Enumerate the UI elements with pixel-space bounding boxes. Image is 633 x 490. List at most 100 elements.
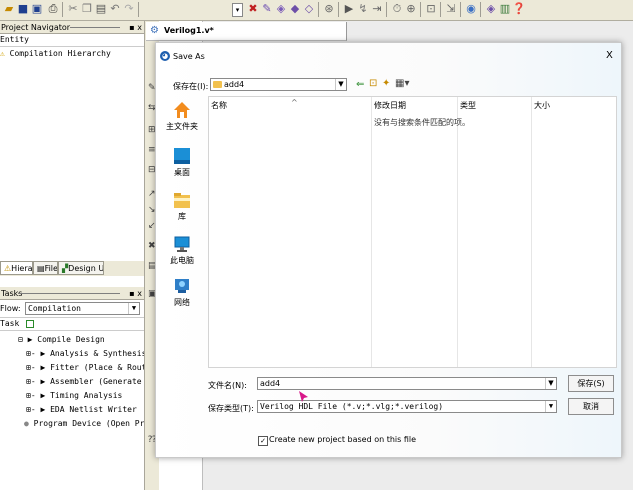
copy-icon[interactable]: ❐ [80,2,94,16]
tasks-panel: Tasks ▪ x Flow: Compilation ▼ Task ⊟ ▶ C… [0,287,156,490]
task-row-fitter[interactable]: ⊞- ▶ Fitter (Place & Route) [26,361,156,374]
start-icon[interactable]: ▶ [342,2,356,16]
assign-icon[interactable]: ⇲ [444,2,458,16]
paste-icon[interactable]: ▤ [94,2,108,16]
fitter-icon[interactable]: ◇ [302,2,316,16]
task-expander-icon[interactable]: ⊞- ▶ [26,405,45,414]
create-project-checkbox-label: Create new project based on this file [269,435,417,444]
tab-files[interactable]: ▤Files [33,261,58,275]
stop-icon[interactable]: ✖ [246,2,260,16]
pin-icon[interactable]: ⊕ [404,2,418,16]
cancel-button[interactable]: 取消 [568,398,614,415]
timing-icon[interactable]: ⏱ [390,2,404,16]
folder-icon [213,81,222,88]
column-header-name[interactable]: 名称 [211,100,227,111]
save-all-icon[interactable]: ▣ [30,2,44,16]
network-icon [175,279,189,293]
new-folder-icon[interactable]: ✦ [382,78,390,89]
redo-icon[interactable]: ↷ [122,2,136,16]
tree-item-label: Compilation Hierarchy [9,49,111,58]
task-row-timing-analysis[interactable]: ⊞- ▶ Timing Analysis [26,389,122,402]
column-header-modified[interactable]: 修改日期 [374,100,406,111]
dialog-close-button[interactable]: X [606,50,613,61]
project-navigator-title: Project Navigator ▪ x [0,21,144,34]
task-expander-icon[interactable]: ⊞- ▶ [26,377,45,386]
filename-input[interactable]: add4 ▼ [257,377,557,390]
task-label: Timing Analysis [50,391,123,400]
rtl-icon[interactable]: ◈ [484,2,498,16]
netlist-icon[interactable]: ⊛ [322,2,336,16]
undo-icon[interactable]: ↶ [108,2,122,16]
place-this-pc[interactable]: 此电脑 [160,235,204,266]
task-row-eda-netlist-writer[interactable]: ⊞- ▶ EDA Netlist Writer [26,403,137,416]
task-label: Compile Design [37,335,105,344]
save-button[interactable]: 保存(S) [568,375,614,392]
place-library[interactable]: 库 [160,191,204,222]
verilog-file-icon: ⚙ [150,25,159,36]
analysis-icon[interactable]: ◈ [274,2,288,16]
file-list[interactable]: 名称 ^ 修改日期 类型 大小 没有与搜索条件匹配的项。 [208,96,617,368]
cut-icon[interactable]: ✂ [66,2,80,16]
project-navigator-title-text: Project Navigator [1,23,71,32]
place-label: 主文件夹 [166,122,198,131]
view-menu-icon[interactable]: ▦▾ [395,78,409,89]
task-label: Fitter (Place & Route) [50,363,157,372]
task-expander-icon[interactable]: ⊟ ▶ [18,335,32,344]
dialog-title-bar[interactable]: ◕ Save As X [156,43,621,73]
flow-select[interactable]: Compilation ▼ [25,302,140,315]
task-row-assembler[interactable]: ⊞- ▶ Assembler (Generate programm [26,375,144,388]
chip-planner-icon[interactable]: ⊡ [424,2,438,16]
task-column-header[interactable]: Task [0,317,144,331]
task-expander-icon[interactable]: ⊞- ▶ [26,391,45,400]
column-header-type[interactable]: 类型 [460,100,476,111]
chart-icon[interactable]: ▥ [498,2,512,16]
task-row-compile-design[interactable]: ⊟ ▶ Compile Design [18,333,105,346]
place-desktop[interactable]: 桌面 [160,147,204,178]
toolbar-dropdown[interactable]: ▾ [232,3,243,17]
chevron-down-icon: ▼ [335,79,346,90]
save-as-dialog: ◕ Save As X 保存在(I): add4 ▼ ⇐ ⊡ ✦ ▦▾ 主文件夹… [155,42,622,458]
print-icon[interactable]: ⎙ [46,2,60,16]
task-expander-icon[interactable]: ⊞- ▶ [26,363,45,372]
step-icon[interactable]: ↯ [356,2,370,16]
save-in-select[interactable]: add4 ▼ [210,78,347,91]
open-folder-icon[interactable]: ▰ [2,2,16,16]
task-expander-icon[interactable]: ⊞- ▶ [26,349,45,358]
flow-label: Flow: [0,304,21,313]
tasks-close-button[interactable]: ▪ x [129,287,142,300]
place-label: 此电脑 [170,256,194,265]
back-icon[interactable]: ⇐ [356,79,364,90]
places-bar: 主文件夹 桌面 库 此电脑 网络 [160,95,206,367]
main-toolbar: ▰ ■ ▣ ⎙ ✂ ❐ ▤ ↶ ↷ ▾ ✖ ✎ ◈ ◆ ◇ ⊛ ▶ ↯ ⇥ ⏱ … [0,0,633,21]
synthesis-icon[interactable]: ◆ [288,2,302,16]
editor-tab[interactable]: ⚙ Verilog1.v* [146,22,347,41]
save-icon[interactable]: ■ [16,2,30,16]
chevron-down-icon[interactable]: ▼ [545,378,556,389]
tab-design-units[interactable]: ▞Design Units [58,261,104,275]
place-label: 网络 [174,298,190,307]
tab-hierarchy[interactable]: ⚠Hierarchy [0,261,33,275]
column-header-size[interactable]: 大小 [534,100,550,111]
editor-tab-label: Verilog1.v* [164,26,214,35]
place-home[interactable]: 主文件夹 [160,101,204,132]
create-project-checkbox[interactable]: ✓ [258,436,268,446]
task-row-analysis-synthesis[interactable]: ⊞- ▶ Analysis & Synthesis [26,347,146,360]
entity-column-header[interactable]: Entity [0,34,144,47]
tasks-title: Tasks ▪ x [0,287,144,300]
up-folder-icon[interactable]: ⊡ [369,78,377,89]
files-icon: ▤ [37,264,45,273]
filename-label: 文件名(N): [208,381,247,390]
task-expand-icon[interactable] [26,319,35,328]
project-navigator-close-button[interactable]: ▪ x [129,21,142,34]
edit-icon[interactable]: ✎ [260,2,274,16]
programmer-icon[interactable]: ◉ [464,2,478,16]
dialog-title: Save As [173,52,205,61]
place-network[interactable]: 网络 [160,277,204,308]
filetype-value: Verilog HDL File (*.v;*.vlg;*.verilog) [260,402,444,411]
desktop-icon [174,148,190,164]
help-icon[interactable]: ❓ [512,2,526,16]
task-row-program-device[interactable]: ● Program Device (Open Programmer) [24,417,144,430]
tree-item-compilation-hierarchy[interactable]: ⚠ Compilation Hierarchy [0,47,144,60]
run-step-icon[interactable]: ⇥ [370,2,384,16]
quartus-app-icon: ◕ [160,51,170,61]
